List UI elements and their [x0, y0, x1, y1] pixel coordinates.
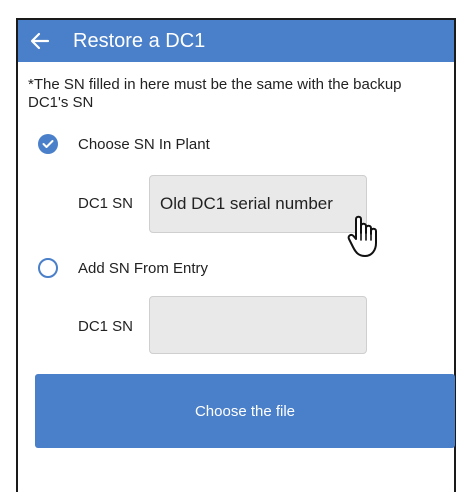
choose-sn-in-plant-option[interactable]: Choose SN In Plant — [38, 134, 210, 154]
choose-file-button[interactable]: Choose the file — [35, 374, 455, 448]
app-bar: Restore a DC1 — [18, 20, 454, 62]
choose-sn-in-plant-label: Choose SN In Plant — [78, 135, 210, 153]
add-sn-from-entry-label: Add SN From Entry — [78, 259, 209, 277]
sn-entry-field[interactable] — [149, 296, 367, 354]
dc1-sn-entry-label: DC1 SN — [78, 318, 134, 335]
back-arrow-icon[interactable] — [29, 30, 51, 52]
dc1-sn-label: DC1 SN — [78, 195, 134, 212]
radio-checked-icon[interactable] — [38, 134, 58, 154]
sn-note: *The SN filled in here must be the same … — [28, 76, 402, 111]
radio-unchecked-icon[interactable] — [38, 258, 58, 278]
add-sn-from-entry-option[interactable]: Add SN From Entry — [38, 258, 208, 278]
app-window: Restore a DC1 *The SN filled in here mus… — [16, 18, 456, 492]
old-sn-select-field[interactable]: Old DC1 serial number — [149, 175, 367, 233]
page-title: Restore a DC1 — [73, 29, 206, 52]
